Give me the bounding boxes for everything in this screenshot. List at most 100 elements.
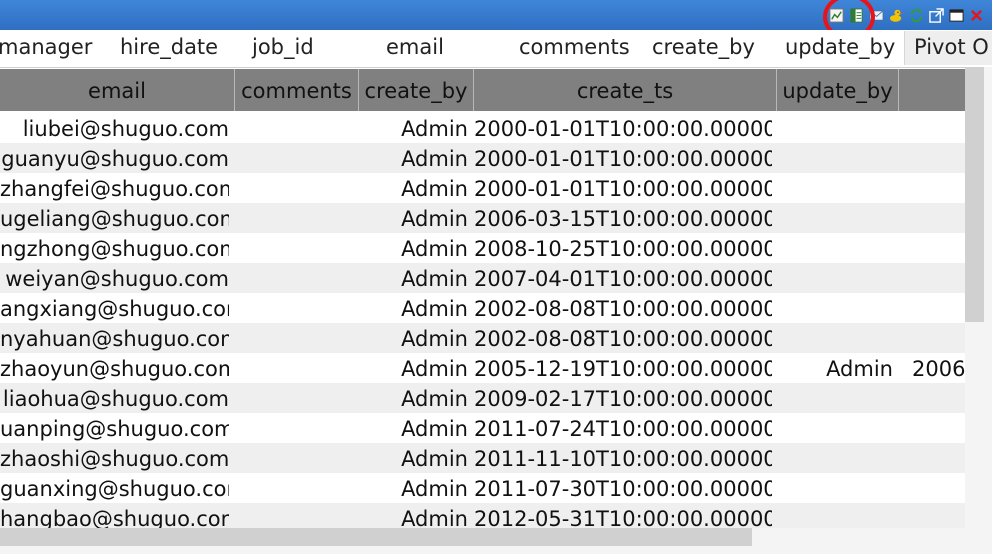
column-header-comments[interactable]: comments [235, 69, 359, 111]
cell-update-by [777, 203, 893, 233]
export-excel-icon[interactable] [849, 7, 864, 23]
cell-create-by: Admin [401, 507, 468, 528]
column-header-email[interactable]: email [0, 69, 235, 111]
cell-comments [235, 143, 353, 173]
cell-email: zhangfei@shuguo.com [0, 177, 229, 201]
cell-email: hangbao@shuguo.com [0, 507, 229, 528]
cell-email: angxiang@shuguo.com [0, 297, 229, 321]
cell-update-ts [912, 263, 965, 293]
title-bar [0, 0, 992, 30]
cell-create-ts: 2011-07-24T10:00:00.000000 [474, 417, 772, 441]
cell-create-by: Admin [401, 267, 468, 291]
cell-update-ts [912, 473, 965, 503]
maximize-icon[interactable] [949, 8, 964, 23]
cell-email: weiyan@shuguo.com [5, 267, 229, 291]
cell-comments [235, 443, 353, 473]
toolbar-icons [829, 6, 984, 24]
cell-email: ugeliang@shuguo.com [0, 207, 229, 231]
cell-update-ts [912, 143, 965, 173]
close-icon[interactable] [969, 8, 984, 23]
cell-email: guanxing@shuguo.com [0, 477, 229, 501]
cell-comments [235, 203, 353, 233]
table-row[interactable]: ugeliang@shuguo.com Admin 2006-03-15T10:00… [0, 203, 965, 233]
pivot-field-job-id[interactable]: job_id [252, 35, 314, 59]
cell-comments [235, 413, 353, 443]
cell-create-by: Admin [401, 447, 468, 471]
cell-comments [235, 233, 353, 263]
cell-update-by [777, 323, 893, 353]
pivot-field-update-by[interactable]: update_by [785, 35, 895, 59]
table-row[interactable]: guanxing@shuguo.com Admin 2011-07-30T10:00… [0, 473, 965, 503]
cell-create-by: Admin [401, 417, 468, 441]
cell-create-by: Admin [401, 327, 468, 351]
cell-comments [235, 293, 353, 323]
cell-update-ts [912, 323, 965, 353]
cell-comments [235, 113, 353, 143]
vertical-scroll-thumb[interactable] [965, 67, 984, 322]
cell-comments [235, 323, 353, 353]
column-header-create-by[interactable]: create_by [359, 69, 474, 111]
horizontal-scroll-thumb[interactable] [0, 528, 752, 546]
table-row[interactable]: guanyu@shuguo.com Admin 2000-01-01T10:00:0… [0, 143, 965, 173]
cell-email: uanping@shuguo.com [0, 417, 229, 441]
cell-email: zhaoyun@shuguo.com [0, 357, 229, 381]
table-row[interactable]: liubei@shuguo.com Admin 2000-01-01T10:00:0… [0, 113, 965, 143]
grid-body: liubei@shuguo.com Admin 2000-01-01T10:00:0… [0, 113, 965, 528]
table-row[interactable]: nyahuan@shuguo.com Admin 2002-08-08T10:00:… [0, 323, 965, 353]
horizontal-scrollbar[interactable] [0, 528, 992, 554]
table-row[interactable]: ngzhong@shuguo.com Admin 2008-10-25T10:00:… [0, 233, 965, 263]
cell-create-ts: 2002-08-08T10:00:00.000000 [474, 297, 772, 321]
table-row[interactable]: liaohua@shuguo.com Admin 2009-02-17T10:00:… [0, 383, 965, 413]
cell-create-by: Admin [401, 477, 468, 501]
cell-update-ts [912, 113, 965, 143]
vertical-scrollbar[interactable] [965, 67, 992, 528]
cell-create-by: Admin [401, 357, 468, 381]
chart-icon[interactable] [829, 7, 844, 23]
cell-update-ts [912, 413, 965, 443]
cell-create-ts: 2012-05-31T10:00:00.000000 [474, 507, 772, 528]
cell-update-ts [912, 503, 965, 528]
column-header-create-ts[interactable]: create_ts [474, 69, 777, 111]
popout-icon[interactable] [929, 7, 944, 23]
refresh-icon[interactable] [909, 8, 924, 23]
column-header-update-by[interactable]: update_by [777, 69, 899, 111]
cell-email: zhaoshi@shuguo.com [0, 447, 229, 471]
pivot-field-hire-date[interactable]: hire_date [120, 35, 218, 59]
cell-comments [235, 263, 353, 293]
cell-create-by: Admin [401, 237, 468, 261]
pivot-field-manager[interactable]: manager [0, 35, 92, 59]
pivot-options-button[interactable]: Pivot O [904, 31, 992, 65]
table-row[interactable]: zhaoshi@shuguo.com Admin 2011-11-10T10:00:… [0, 443, 965, 473]
pivot-field-comments[interactable]: comments [519, 35, 630, 59]
cell-create-ts: 2006-03-15T10:00:00.000000 [474, 207, 772, 231]
table-row[interactable]: zhaoyun@shuguo.com Admin 2005-12-19T10:00:… [0, 353, 965, 383]
cell-update-by [777, 263, 893, 293]
cell-create-ts: 2007-04-01T10:00:00.000000 [474, 267, 772, 291]
cell-update-by [777, 383, 893, 413]
cell-email: liubei@shuguo.com [22, 117, 229, 141]
cell-create-ts: 2011-07-30T10:00:00.000000 [474, 477, 772, 501]
cell-create-ts: 2000-01-01T10:00:00.000000 [474, 177, 772, 201]
cell-comments [235, 473, 353, 503]
table-row[interactable]: hangbao@shuguo.com Admin 2012-05-31T10:00:… [0, 503, 965, 528]
cell-email: nyahuan@shuguo.com [0, 327, 229, 351]
grid-header: email comments create_by create_ts updat… [0, 69, 965, 111]
table-row[interactable]: angxiang@shuguo.com Admin 2002-08-08T10:00… [0, 293, 965, 323]
cell-create-ts: 2011-11-10T10:00:00.000000 [474, 447, 772, 471]
cell-update-by [777, 143, 893, 173]
pivot-field-email[interactable]: email [386, 35, 444, 59]
table-row[interactable]: uanping@shuguo.com Admin 2011-07-24T10:00:… [0, 413, 965, 443]
cell-create-by: Admin [401, 147, 468, 171]
cell-comments [235, 353, 353, 383]
cell-email: ngzhong@shuguo.com [0, 237, 229, 261]
cell-comments [235, 503, 353, 528]
table-row[interactable]: zhangfei@shuguo.com Admin 2000-01-01T10:00… [0, 173, 965, 203]
cell-create-ts: 2000-01-01T10:00:00.000000 [474, 117, 772, 141]
cell-create-ts: 2008-10-25T10:00:00.000000 [474, 237, 772, 261]
email-icon[interactable] [869, 8, 884, 23]
duck-icon[interactable] [889, 8, 904, 23]
cell-update-by [777, 413, 893, 443]
cell-create-ts: 2005-12-19T10:00:00.000000 [474, 357, 772, 381]
table-row[interactable]: weiyan@shuguo.com Admin 2007-04-01T10:00:0… [0, 263, 965, 293]
pivot-field-create-by[interactable]: create_by [652, 35, 755, 59]
